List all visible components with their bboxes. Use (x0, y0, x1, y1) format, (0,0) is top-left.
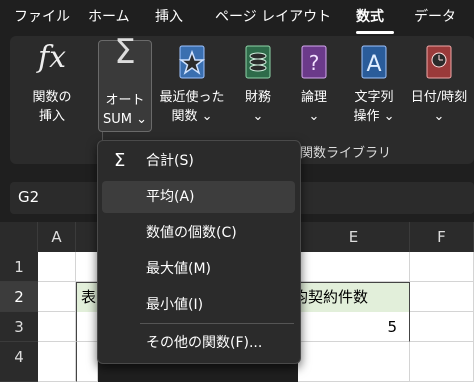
menu-item-sum-label: 合計(S) (146, 153, 194, 169)
question-book-icon: ? (301, 45, 327, 79)
financial-label-1: 財務 (244, 90, 271, 105)
name-box-value: G2 (18, 188, 40, 206)
tab-file[interactable]: ファイル (14, 6, 70, 26)
column-header-b[interactable] (76, 222, 98, 252)
select-all-corner[interactable] (0, 222, 38, 252)
date-time-button[interactable]: 日付/時刻 ⌄ (404, 38, 474, 138)
insert-function-label-2: 挿入 (38, 109, 65, 124)
tab-data[interactable]: データ (414, 6, 456, 26)
a-book-icon: A (361, 45, 387, 79)
logical-label-1: 論理 (300, 90, 327, 105)
cell-e2[interactable]: 均契約件数 (290, 282, 410, 313)
menu-item-sum[interactable]: Σ 合計(S) (102, 145, 295, 177)
menu-item-max-label: 最大値(M) (146, 261, 212, 277)
row-header-1[interactable]: 1 (0, 252, 38, 282)
recent-label-1: 最近使った (159, 90, 225, 105)
row-header-4[interactable]: 4 (0, 342, 38, 382)
sigma-icon: Σ (114, 32, 136, 72)
clock-book-icon (426, 45, 452, 79)
row-header-2[interactable]: 2 (0, 282, 38, 312)
menu-item-more-functions-label: その他の関数(F)... (146, 335, 263, 351)
cell-b4[interactable] (76, 342, 98, 382)
fx-icon: fx (37, 40, 67, 75)
autosum-button[interactable]: Σ オート SUM ⌄ (98, 32, 152, 132)
menu-item-count-label: 数値の個数(C) (146, 225, 237, 241)
function-library-group-label: 関数ライブラリ (300, 146, 392, 161)
text-label-2: 操作 ⌄ (353, 109, 395, 124)
date-time-label-1: 日付/時刻 (410, 90, 468, 105)
column-header-f[interactable]: F (410, 222, 474, 252)
autosum-dropdown-menu: Σ 合計(S) 平均(A) 数値の個数(C) 最大値(M) 最小値(I) その他… (97, 140, 301, 364)
logical-button[interactable]: ? 論理 ⌄ (288, 38, 340, 138)
ribbon-tab-bar: ファイル ホーム 挿入 ページ レイアウト 数式 データ (0, 0, 474, 36)
tab-home[interactable]: ホーム (88, 6, 130, 26)
svg-text:?: ? (309, 51, 320, 75)
cell-b2[interactable]: 表 (76, 282, 98, 313)
menu-item-more-functions[interactable]: その他の関数(F)... (102, 327, 295, 359)
cell-a1[interactable] (38, 252, 76, 282)
financial-label-2: ⌄ (252, 109, 264, 124)
insert-function-label-1: 関数の (32, 90, 72, 105)
tab-formulas[interactable]: 数式 (356, 6, 384, 26)
menu-item-min[interactable]: 最小値(I) (102, 289, 295, 321)
autosum-label-2: SUM ⌄ (102, 112, 147, 127)
svg-text:A: A (366, 52, 381, 77)
row-header-3[interactable]: 3 (0, 312, 38, 342)
financial-button[interactable]: 財務 ⌄ (232, 38, 284, 138)
cell-f3[interactable] (410, 312, 474, 342)
text-functions-button[interactable]: A 文字列操作 ⌄ (344, 38, 404, 138)
logical-label-2: ⌄ (308, 109, 320, 124)
cell-f2[interactable] (410, 282, 474, 312)
text-label-1: 文字列 (354, 90, 394, 105)
sigma-icon: Σ (114, 150, 126, 171)
insert-function-button[interactable]: fx 関数の挿入 (20, 38, 84, 138)
tab-page-layout[interactable]: ページ レイアウト (215, 6, 331, 26)
star-book-icon (178, 45, 206, 79)
cell-e3[interactable]: 5 (298, 312, 410, 342)
recent-label-2: 関数 ⌄ (171, 109, 213, 124)
cell-e4[interactable] (298, 342, 410, 382)
cell-a2[interactable] (38, 282, 76, 312)
menu-item-max[interactable]: 最大値(M) (102, 253, 295, 285)
cell-e1[interactable] (298, 252, 410, 282)
cell-a4[interactable] (38, 342, 76, 382)
menu-item-count[interactable]: 数値の個数(C) (102, 217, 295, 249)
cell-f4[interactable] (410, 342, 474, 382)
recent-functions-button[interactable]: 最近使った関数 ⌄ (154, 38, 230, 138)
menu-separator (140, 323, 294, 324)
cell-f1[interactable] (410, 252, 474, 282)
tab-insert[interactable]: 挿入 (155, 6, 183, 26)
menu-item-min-label: 最小値(I) (146, 297, 204, 313)
column-header-e[interactable]: E (298, 222, 410, 252)
column-header-a[interactable]: A (38, 222, 76, 252)
cell-a3[interactable] (38, 312, 76, 342)
active-tab-indicator (356, 31, 394, 34)
date-time-label-2: ⌄ (433, 109, 445, 124)
cell-b3[interactable] (76, 312, 98, 342)
menu-item-average-label: 平均(A) (146, 189, 195, 205)
cell-b1[interactable] (76, 252, 98, 282)
autosum-label-1: オート (105, 93, 145, 108)
coins-book-icon (245, 45, 271, 79)
menu-item-average[interactable]: 平均(A) (102, 181, 295, 213)
